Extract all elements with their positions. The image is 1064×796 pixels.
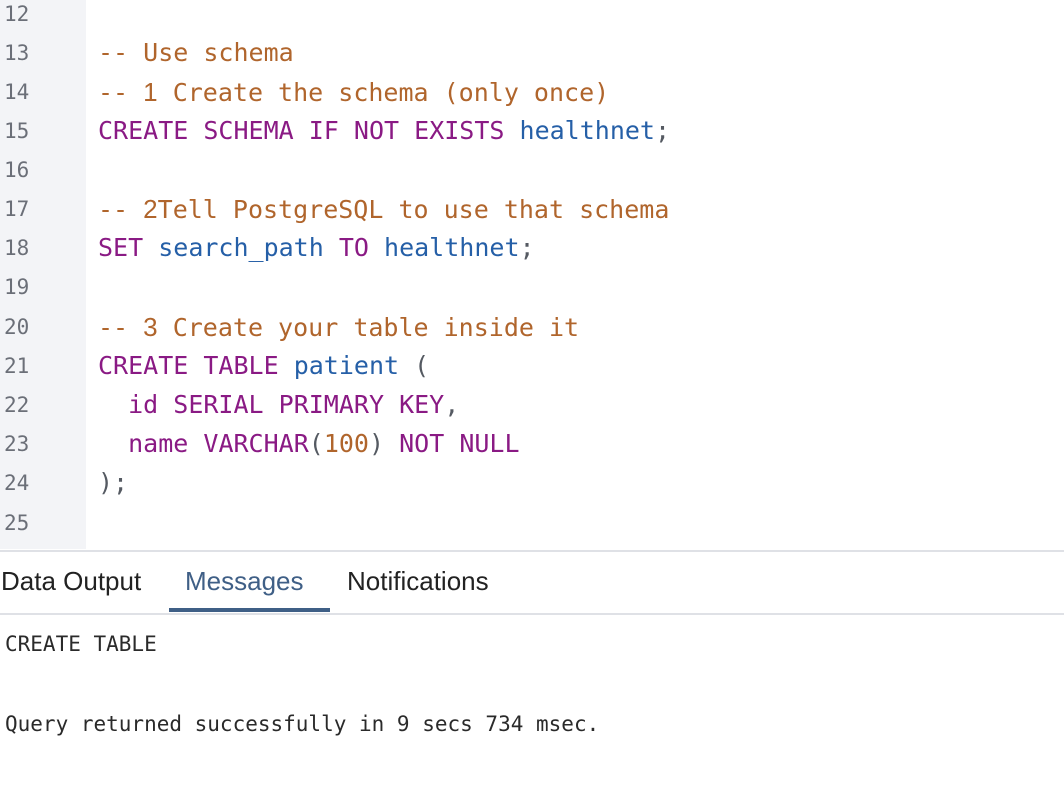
keyword: NULL [459, 429, 520, 458]
close-paren: ) [368, 429, 385, 458]
code-line-20: -- 3 Create your table inside it [98, 313, 579, 352]
code-line-18: SET search_path TO healthnet; [98, 234, 535, 273]
keyword: NOT [399, 429, 445, 458]
identifier: search_path [158, 233, 324, 262]
semicolon: ; [654, 116, 671, 145]
comment: Create your table inside it [172, 313, 580, 342]
code-line-17: -- 2Tell PostgreSQL to use that schema [98, 195, 669, 234]
line-number: 21 [4, 354, 30, 378]
sql-editor[interactable]: 12 13 14 15 16 17 18 19 20 21 22 23 24 2… [0, 0, 1064, 551]
code-line-15: CREATE SCHEMA IF NOT EXISTS healthnet; [98, 117, 670, 156]
keyword: PRIMARY [278, 390, 385, 419]
line-number: 15 [4, 119, 30, 143]
code-line-22: id SERIAL PRIMARY KEY, [98, 391, 459, 430]
comment-dash: -- [98, 78, 129, 107]
line-number-gutter: 12 13 14 15 16 17 18 19 20 21 22 23 24 2… [0, 0, 86, 549]
line-number: 19 [4, 275, 30, 299]
identifier: patient [293, 351, 400, 380]
line-number: 24 [4, 471, 30, 495]
line-number: 12 [4, 2, 30, 26]
semicolon: ; [519, 233, 535, 262]
keyword: SCHEMA [203, 116, 294, 145]
tab-data-output[interactable]: Data Output [1, 552, 141, 610]
line-number: 16 [4, 158, 30, 182]
tab-notifications[interactable]: Notifications [347, 552, 489, 610]
comment-dash: -- [98, 313, 129, 342]
keyword: CREATE [98, 351, 189, 380]
line-number: 25 [4, 511, 30, 535]
output-tabs: Data Output Messages Notifications [0, 552, 1064, 614]
data-type: VARCHAR [203, 429, 309, 458]
keyword: NOT [353, 116, 400, 145]
comment-dash: -- [98, 195, 129, 224]
data-type: SERIAL [173, 390, 264, 419]
line-number: 18 [4, 236, 30, 260]
message-line: Query returned successfully in 9 secs 73… [5, 712, 600, 736]
code-line-21: CREATE TABLE patient ( [98, 352, 429, 391]
comma: , [444, 390, 460, 419]
line-number: 23 [4, 432, 30, 456]
comment-number: 3 [143, 312, 158, 342]
line-number: 17 [4, 197, 30, 221]
line-number: 13 [4, 41, 30, 65]
comment-number: 2 [143, 194, 158, 224]
column-name: name [128, 429, 189, 458]
open-paren: ( [308, 429, 324, 458]
keyword: CREATE [98, 116, 189, 145]
comment: Tell PostgreSQL to use that schema [157, 195, 670, 224]
keyword: TO [338, 233, 369, 262]
code-line-24: ); [98, 469, 128, 508]
code-line-13: -- Use schema [98, 39, 294, 78]
tabs-divider [0, 613, 1064, 615]
code-line-14: -- 1 Create the schema (only once) [98, 78, 609, 117]
keyword: KEY [399, 390, 445, 419]
keyword: SET [98, 233, 144, 262]
line-number: 20 [4, 315, 30, 339]
keyword: IF [308, 116, 339, 145]
comment-number: 1 [143, 77, 158, 107]
number-literal: 100 [323, 429, 369, 458]
comment: Create the schema (only once) [172, 78, 610, 107]
keyword: TABLE [203, 351, 279, 380]
identifier: healthnet [519, 116, 655, 145]
message-line: CREATE TABLE [5, 632, 157, 656]
comment: -- Use schema [98, 38, 294, 67]
active-tab-indicator [169, 608, 330, 612]
code-line-23: name VARCHAR(100) NOT NULL [98, 429, 520, 469]
close-paren: ); [98, 468, 129, 497]
identifier: healthnet [384, 233, 520, 262]
keyword: EXISTS [414, 116, 505, 145]
open-paren: ( [414, 351, 430, 380]
line-number: 14 [4, 80, 30, 104]
line-number: 22 [4, 393, 30, 417]
tab-messages[interactable]: Messages [185, 552, 304, 610]
column-name: id [128, 390, 159, 419]
